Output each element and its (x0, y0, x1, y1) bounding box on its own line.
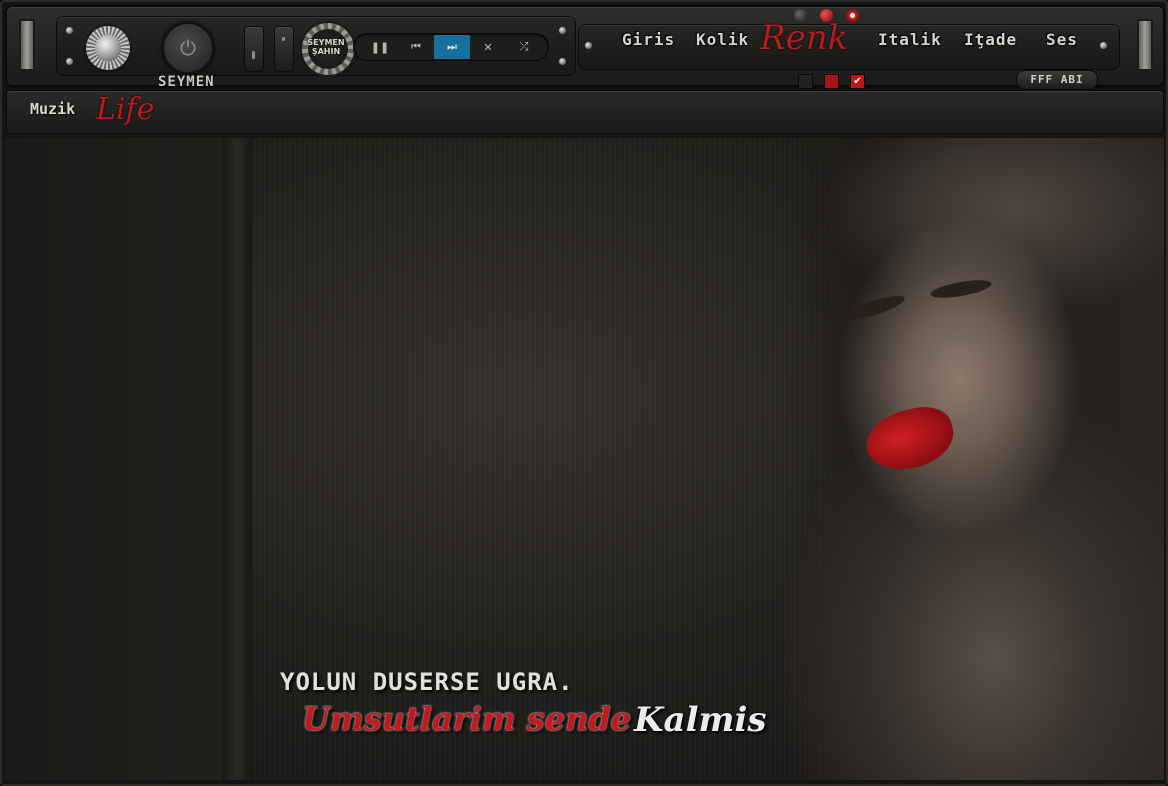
menu-item-giris[interactable]: Giris (622, 30, 675, 49)
menu-item-kolik[interactable]: Kolik (696, 30, 749, 49)
screw-icon (559, 58, 566, 65)
brand-label: SEYMEN (158, 74, 215, 90)
color-swatch-checked[interactable]: ✔ (850, 74, 865, 89)
screw-icon (559, 27, 566, 34)
color-red-button[interactable] (820, 9, 833, 22)
menu-item-ses[interactable]: Ses (1046, 30, 1078, 49)
next-icon: ⏭ (447, 40, 457, 53)
slot-switch-2[interactable] (274, 26, 294, 72)
color-swatch-red[interactable] (824, 74, 839, 89)
shuffle-button[interactable]: ⤮ (506, 35, 542, 59)
color-dark-button[interactable] (794, 9, 807, 22)
left-column (4, 138, 223, 780)
menu-item-italik[interactable]: Italik (878, 30, 942, 49)
previous-icon: ⏮ (411, 40, 421, 53)
volume-knob[interactable] (86, 26, 130, 70)
stop-button[interactable]: ✕ (470, 35, 506, 59)
pause-button[interactable]: ❚❚ (362, 35, 398, 59)
section-title: Muzik (30, 100, 76, 118)
power-button[interactable]: ⏻ (162, 22, 214, 74)
check-icon: ✔ (853, 75, 862, 87)
pause-icon: ❚❚ (370, 40, 390, 54)
slot-switch-1[interactable] (244, 26, 264, 72)
main-content (4, 138, 1164, 780)
quote-line-2: Umsutlarim sende (302, 700, 632, 738)
divider-strip (222, 138, 252, 780)
previous-button[interactable]: ⏮ (398, 35, 434, 59)
screw-icon (585, 42, 592, 49)
screw-icon (1100, 42, 1107, 49)
section-bar (6, 90, 1164, 134)
close-icon: ✕ (483, 40, 493, 54)
color-red-selected-button[interactable] (846, 9, 859, 22)
screw-icon (66, 27, 73, 34)
logo-text: SEYMEN ŞAHIN (307, 38, 345, 56)
quote-line-3: Kalmis (634, 700, 767, 740)
next-button[interactable]: ⏭ (434, 35, 470, 59)
playback-controls: ❚❚ ⏮ ⏭ ✕ ⤮ (353, 33, 549, 61)
left-handle[interactable] (19, 19, 35, 71)
power-icon: ⏻ (180, 36, 196, 60)
section-script-title: Life (96, 92, 155, 127)
right-handle[interactable] (1137, 19, 1153, 71)
quote-line-1: YOLUN DUSERSE UGRA. (280, 668, 574, 696)
screw-icon (66, 58, 73, 65)
menu-item-itade[interactable]: Iţade (964, 30, 1017, 49)
color-swatch-dark[interactable] (798, 74, 813, 89)
portrait-image (784, 138, 1164, 780)
renk-label: Renk (760, 18, 849, 58)
shuffle-icon: ⤮ (519, 40, 529, 53)
fff-abi-button[interactable]: FFF ABI (1016, 70, 1098, 90)
